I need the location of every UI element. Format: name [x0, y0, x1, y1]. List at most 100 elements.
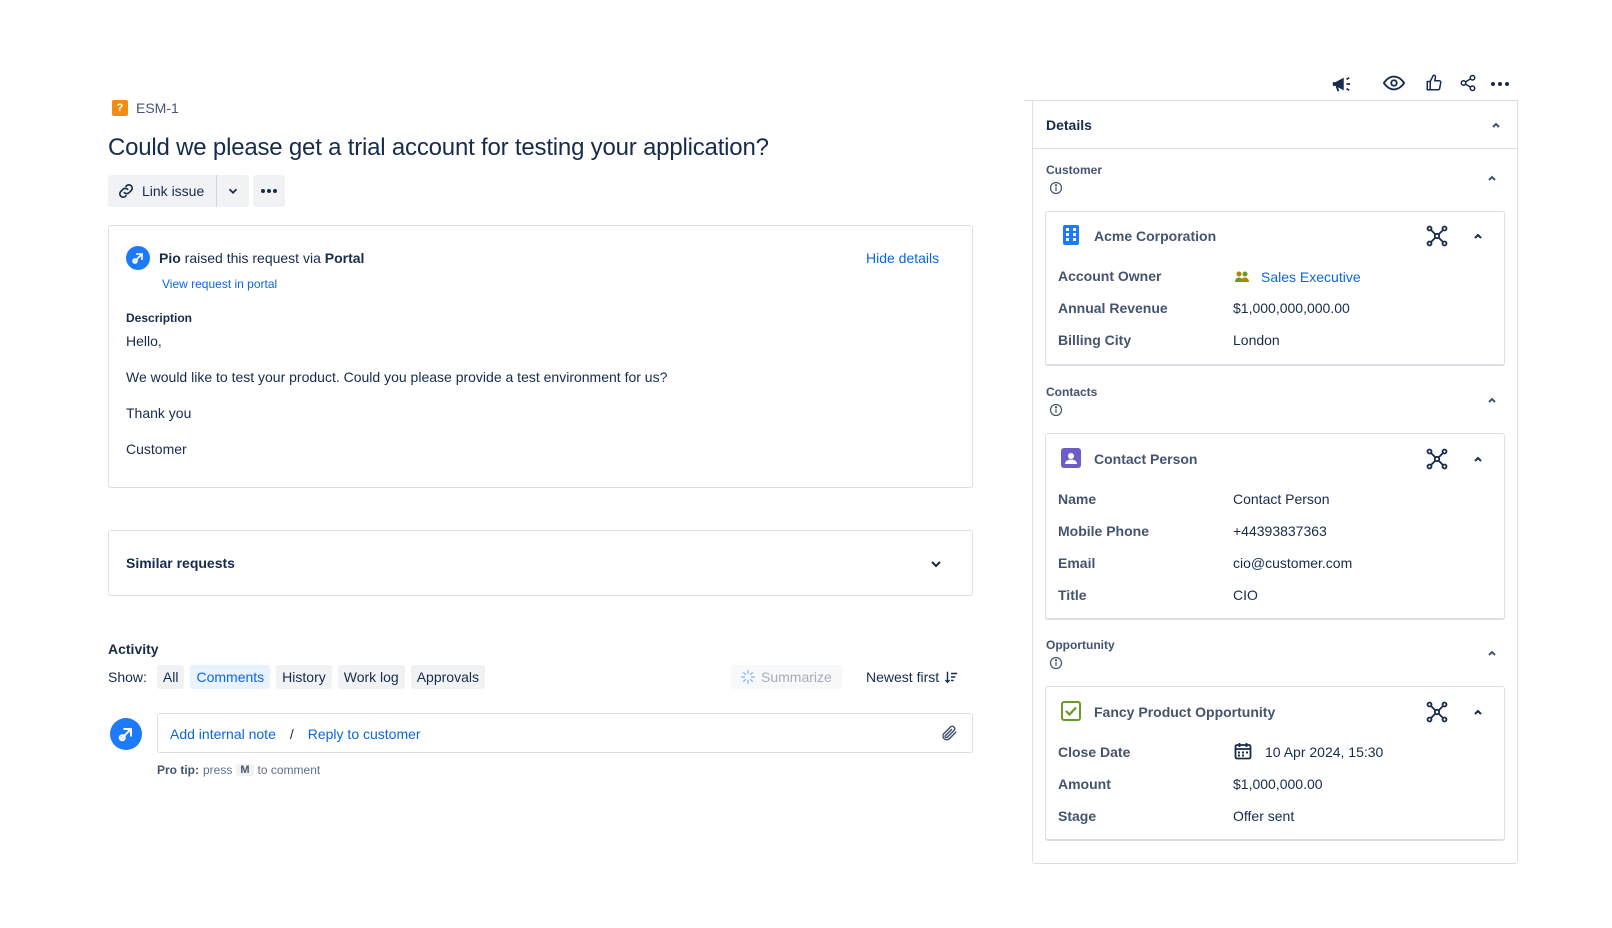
field-label: Title	[1058, 587, 1087, 603]
field-value[interactable]: +44393837363	[1233, 523, 1327, 539]
chevron-up-icon[interactable]	[1484, 392, 1500, 408]
field-label: Email	[1058, 555, 1096, 571]
info-icon[interactable]	[1049, 403, 1063, 417]
field-value[interactable]: Offer sent	[1233, 808, 1294, 824]
field-value[interactable]: $1,000,000,000.00	[1233, 300, 1350, 316]
sort-button[interactable]: Newest first	[866, 669, 958, 685]
field-value[interactable]: $1,000,000.00	[1233, 776, 1323, 792]
more-icon[interactable]	[1490, 81, 1510, 87]
description-line: Customer	[126, 441, 187, 457]
activity-heading: Activity	[108, 641, 159, 657]
chevron-up-icon[interactable]	[1470, 451, 1486, 467]
user-group-icon	[1234, 270, 1250, 284]
field-value[interactable]: Contact Person	[1233, 491, 1330, 507]
reply-to-customer-button[interactable]: Reply to customer	[308, 726, 421, 742]
issue-key-label: ESM-1	[136, 100, 179, 116]
protip-suffix: to comment	[257, 763, 321, 777]
graph-icon[interactable]	[1426, 701, 1448, 723]
like-icon[interactable]	[1425, 74, 1443, 92]
chevron-up-icon[interactable]	[1470, 228, 1486, 244]
chevron-up-icon[interactable]	[1470, 704, 1486, 720]
field-value[interactable]: 10 Apr 2024, 15:30	[1265, 744, 1383, 760]
link-issue-button[interactable]: Link issue	[108, 175, 218, 207]
field-label: Name	[1058, 491, 1097, 507]
section-label-customer: Customer	[1046, 163, 1103, 177]
field-value[interactable]: CIO	[1233, 587, 1258, 603]
filter-comments[interactable]: Comments	[190, 665, 271, 689]
checkbox-icon	[1061, 701, 1081, 721]
similar-requests-panel[interactable]	[108, 530, 973, 596]
portal-logo-icon	[132, 253, 143, 264]
issue-title[interactable]: Could we please get a trial account for …	[108, 134, 769, 162]
comment-separator: /	[289, 726, 294, 742]
field-label: Annual Revenue	[1058, 300, 1168, 316]
avatar[interactable]	[110, 718, 142, 750]
issue-key[interactable]: ? ESM-1	[112, 100, 179, 116]
hide-details-button[interactable]: Hide details	[866, 250, 939, 266]
sort-icon	[944, 671, 958, 684]
filter-all[interactable]: All	[156, 665, 185, 689]
link-icon	[119, 184, 133, 198]
details-header[interactable]	[1032, 101, 1518, 149]
account-owner-link[interactable]: Sales Executive	[1261, 269, 1361, 285]
sort-label: Newest first	[866, 669, 940, 685]
channel-name: Portal	[324, 250, 365, 266]
activity-filters: Show: All Comments History Work log Appr…	[108, 665, 485, 689]
share-icon[interactable]	[1459, 74, 1477, 92]
chevron-up-icon[interactable]	[1484, 170, 1500, 186]
similar-requests-label: Similar requests	[126, 555, 235, 571]
calendar-icon	[1234, 742, 1252, 760]
filter-work-log[interactable]: Work log	[337, 665, 405, 689]
contact-card-icon	[1061, 448, 1081, 468]
field-value[interactable]: cio@customer.com	[1233, 555, 1352, 571]
object-name[interactable]: Acme Corporation	[1094, 228, 1216, 244]
chevron-up-icon[interactable]	[1484, 645, 1500, 661]
protip-press: press	[203, 763, 233, 777]
graph-icon[interactable]	[1426, 225, 1448, 247]
building-icon	[1062, 224, 1080, 246]
filter-history[interactable]: History	[276, 665, 332, 689]
megaphone-icon[interactable]	[1330, 74, 1352, 94]
link-issue-split: Link issue	[108, 175, 250, 207]
field-label: Amount	[1058, 776, 1111, 792]
field-value[interactable]: London	[1233, 332, 1280, 348]
chevron-down-icon	[229, 188, 238, 194]
chevron-up-icon[interactable]	[1488, 117, 1504, 133]
summarize-button[interactable]: Summarize	[731, 665, 842, 689]
comment-actions: Add internal note / Reply to customer	[170, 726, 421, 742]
chevron-down-icon[interactable]	[928, 556, 944, 572]
watch-icon[interactable]	[1383, 74, 1405, 92]
attachment-icon[interactable]	[940, 724, 958, 742]
show-label: Show:	[108, 669, 147, 685]
description-label: Description	[126, 311, 193, 325]
object-name[interactable]: Contact Person	[1094, 451, 1197, 467]
description-line: Hello,	[126, 333, 162, 349]
question-icon: ?	[112, 100, 128, 116]
summarize-label: Summarize	[761, 669, 832, 685]
more-icon	[261, 189, 278, 193]
field-label: Close Date	[1058, 744, 1131, 760]
more-actions-button[interactable]	[253, 175, 286, 207]
reporter-line: Pio raised this request via Portal	[126, 246, 364, 270]
field-label: Mobile Phone	[1058, 523, 1149, 539]
section-label-opportunity: Opportunity	[1046, 638, 1115, 652]
info-icon[interactable]	[1049, 656, 1063, 670]
description-line: Thank you	[126, 405, 192, 421]
details-title: Details	[1046, 117, 1092, 133]
issue-actions: Link issue	[108, 175, 286, 207]
field-label: Stage	[1058, 808, 1097, 824]
reporter-name[interactable]: Pio	[159, 250, 181, 266]
field-label: Billing City	[1058, 332, 1132, 348]
avatar[interactable]	[126, 246, 150, 270]
protip-prefix: Pro tip:	[157, 763, 199, 777]
graph-icon[interactable]	[1426, 448, 1448, 470]
protip-key: M	[236, 764, 254, 776]
raised-text: raised this request via	[184, 250, 321, 266]
filter-approvals[interactable]: Approvals	[410, 665, 485, 689]
view-portal-link[interactable]: View request in portal	[162, 277, 277, 291]
info-icon[interactable]	[1049, 181, 1063, 195]
link-issue-dropdown[interactable]	[217, 175, 250, 207]
add-internal-note-button[interactable]: Add internal note	[170, 726, 276, 742]
object-name[interactable]: Fancy Product Opportunity	[1094, 704, 1275, 720]
portal-logo-icon	[118, 728, 132, 742]
